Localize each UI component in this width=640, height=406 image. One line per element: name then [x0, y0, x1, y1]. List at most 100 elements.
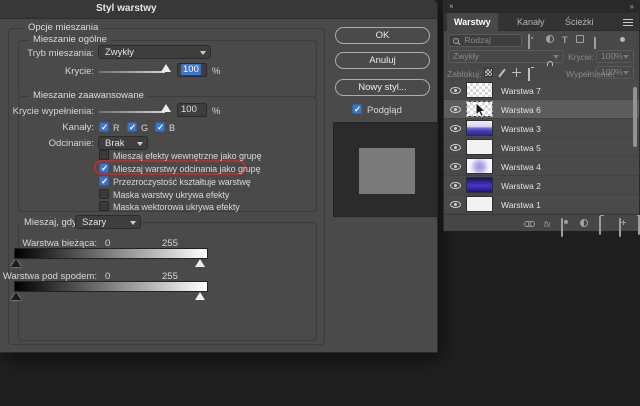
visibility-eye-icon[interactable] [450, 163, 461, 170]
fill-opacity-value: 100 [181, 104, 197, 115]
search-icon [453, 38, 459, 44]
dialog-titlebar[interactable]: Styl warstwy [0, 0, 437, 19]
layer-row[interactable]: Warstwa 3 [444, 119, 639, 138]
fill-opacity-slider-thumb[interactable] [161, 104, 171, 112]
new-group-icon[interactable] [599, 216, 601, 235]
panel-header-bar: × » [444, 1, 639, 13]
visibility-eye-icon[interactable] [450, 144, 461, 151]
visibility-eye-icon[interactable] [450, 201, 461, 208]
transparency-shapes-layer-checkbox[interactable] [99, 176, 109, 186]
close-panel-icon[interactable]: × [449, 2, 454, 11]
shape-filter-icon[interactable] [576, 35, 584, 43]
visibility-eye-icon[interactable] [450, 106, 461, 113]
current-layer-white-slider[interactable] [195, 259, 205, 267]
panel-menu-icon[interactable] [623, 19, 633, 26]
panel-fill-field[interactable]: 100% [596, 66, 634, 79]
style-preview-area [333, 122, 437, 217]
blending-options-label: Opcje mieszania [24, 22, 102, 33]
layer-row[interactable]: Warstwa 2 [444, 176, 639, 195]
layer-effects-icon[interactable]: fx [544, 220, 551, 229]
layer-row[interactable]: Warstwa 4 [444, 157, 639, 176]
filter-kind-value: Rodzaj [464, 35, 490, 45]
layer-name: Warstwa 5 [501, 143, 541, 153]
chevron-down-icon [623, 71, 629, 75]
fill-opacity-percent: % [212, 106, 220, 117]
blend-clipped-layers-label: Mieszaj warstwy odcinania jako grupę [113, 164, 260, 174]
panel-scrollbar[interactable] [633, 87, 637, 147]
layer-name: Warstwa 2 [501, 181, 541, 191]
opacity-value-field[interactable]: 100 [177, 63, 207, 77]
layer-row[interactable]: Warstwa 7 [444, 81, 639, 100]
knockout-value: Brak [105, 138, 125, 149]
cancel-button[interactable]: Anuluj [335, 52, 430, 69]
lock-transparency-icon[interactable] [484, 68, 493, 77]
tab-kanaly[interactable]: Kanały [510, 13, 552, 31]
filter-toggle-icon[interactable] [620, 37, 625, 42]
panel-tabs: Warstwy Kanały Ścieżki [444, 13, 639, 31]
layer-mask-hides-effects-checkbox[interactable] [99, 189, 109, 199]
layer-name: Warstwa 6 [501, 105, 541, 115]
layer-thumbnail[interactable] [466, 196, 493, 212]
visibility-eye-icon[interactable] [450, 125, 461, 132]
layer-row[interactable]: Warstwa 1 [444, 195, 639, 214]
collapse-panel-icon[interactable]: » [630, 2, 634, 11]
opacity-slider-thumb[interactable] [161, 64, 171, 72]
blend-mode-value: Zwykły [105, 47, 134, 58]
current-layer-gradient-bar[interactable] [14, 248, 208, 259]
opacity-label: Krycie: [0, 66, 94, 77]
blend-if-value: Szary [82, 217, 106, 228]
lock-label: Zablokuj: [447, 69, 482, 79]
underlying-layer-gradient-bar[interactable] [14, 281, 208, 292]
layer-row[interactable]: Warstwa 6 [444, 100, 639, 119]
visibility-eye-icon[interactable] [450, 87, 461, 94]
adjustment-filter-icon[interactable] [546, 35, 554, 43]
layer-thumbnail[interactable] [466, 82, 493, 98]
filter-row: Rodzaj T [444, 31, 639, 49]
panel-opacity-field[interactable]: 100% [596, 50, 634, 63]
lock-row: Zablokuj: Wypełnienie: 100% [444, 65, 639, 81]
blend-if-label: Mieszaj, gdy: [20, 217, 83, 228]
new-layer-icon[interactable] [619, 218, 621, 237]
layer-name: Warstwa 7 [501, 86, 541, 96]
underlying-layer-white-slider[interactable] [195, 292, 205, 300]
channel-r-checkbox[interactable] [99, 122, 109, 132]
blend-mode-dropdown[interactable]: Zwykły [98, 45, 211, 59]
type-filter-icon[interactable]: T [562, 36, 568, 45]
blend-if-dropdown[interactable]: Szary [75, 215, 141, 229]
adjustment-layer-icon[interactable] [580, 219, 588, 227]
tab-sciezki[interactable]: Ścieżki [558, 13, 601, 31]
layer-thumbnail[interactable] [466, 101, 493, 117]
opacity-slider-track[interactable] [99, 71, 165, 73]
panel-opacity-label: Krycie: [568, 52, 594, 62]
preview-checkbox[interactable] [352, 104, 362, 114]
panel-blend-mode-dropdown[interactable]: Zwykły [448, 50, 564, 63]
layer-thumbnail[interactable] [466, 120, 493, 136]
fill-opacity-slider-track[interactable] [99, 111, 165, 113]
dialog-title: Styl warstwy [96, 3, 157, 14]
knockout-dropdown[interactable]: Brak [98, 136, 148, 150]
layer-thumbnail[interactable] [466, 177, 493, 193]
underlying-layer-black-slider[interactable] [11, 292, 21, 300]
add-mask-icon[interactable] [561, 218, 563, 237]
current-layer-black-slider[interactable] [11, 259, 21, 267]
knockout-label: Odcinanie: [0, 138, 94, 149]
blend-interior-effects-checkbox[interactable] [99, 150, 109, 160]
vector-mask-hides-effects-checkbox[interactable] [99, 201, 109, 211]
layer-row[interactable]: Warstwa 5 [444, 138, 639, 157]
blend-clipped-layers-checkbox[interactable] [99, 163, 109, 173]
fill-opacity-label: Krycie wypełnienia: [0, 106, 94, 117]
channel-g-checkbox[interactable] [127, 122, 137, 132]
layer-thumbnail[interactable] [466, 139, 493, 155]
channels-label: Kanały: [0, 122, 94, 133]
advanced-blending-label: Mieszanie zaawansowane [29, 90, 148, 101]
fill-opacity-value-field[interactable]: 100 [177, 103, 207, 117]
new-style-button[interactable]: Nowy styl... [335, 79, 430, 96]
visibility-eye-icon[interactable] [450, 182, 461, 189]
tab-warstwy[interactable]: Warstwy [447, 13, 498, 31]
channel-b-checkbox[interactable] [155, 122, 165, 132]
general-blending-label: Mieszanie ogólne [29, 34, 111, 45]
layer-thumbnail[interactable] [466, 158, 493, 174]
ok-button[interactable]: OK [335, 27, 430, 44]
lock-paint-icon[interactable] [498, 68, 506, 77]
filter-kind-dropdown[interactable]: Rodzaj [448, 34, 522, 47]
